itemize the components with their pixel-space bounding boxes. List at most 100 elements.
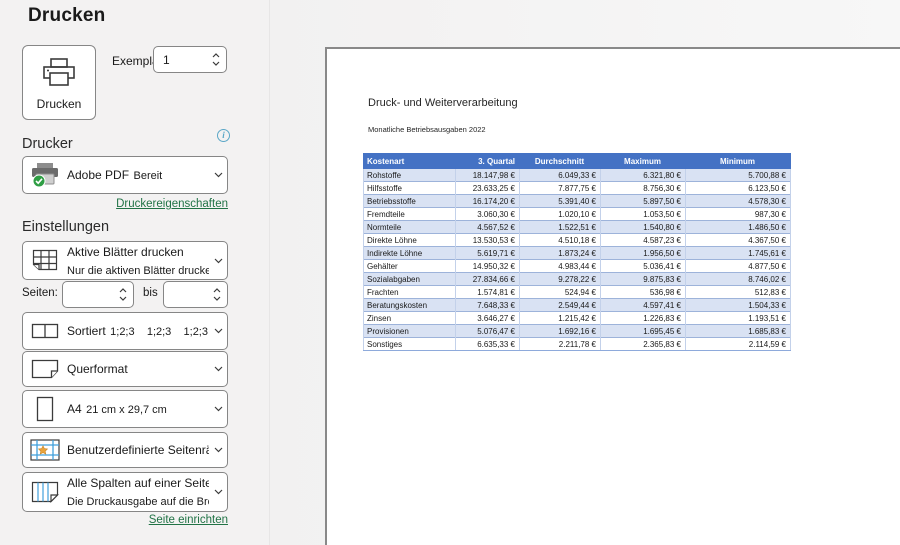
value-cell: 8.746,02 € bbox=[686, 273, 791, 286]
spinner-down-icon[interactable] bbox=[212, 61, 220, 66]
value-cell: 5.391,40 € bbox=[520, 195, 601, 208]
pages-to-stepper[interactable] bbox=[163, 281, 228, 308]
copies-value: 1 bbox=[163, 53, 170, 67]
settings-section-label: Einstellungen bbox=[22, 219, 109, 235]
value-cell: 1.685,83 € bbox=[686, 325, 791, 338]
value-cell: 1.540,80 € bbox=[601, 221, 686, 234]
margins-icon bbox=[23, 439, 67, 461]
chevron-down-icon bbox=[209, 328, 227, 334]
column-header: Minimum bbox=[686, 154, 791, 169]
value-cell: 1.522,51 € bbox=[520, 221, 601, 234]
printer-device-icon bbox=[23, 162, 67, 188]
cost-type-cell: Direkte Löhne bbox=[364, 234, 456, 247]
margins-label: Benutzerdefinierte Seitenrän... bbox=[67, 443, 209, 457]
chevron-down-icon bbox=[209, 447, 227, 453]
chevron-down-icon bbox=[209, 366, 227, 372]
cost-type-cell: Gehälter bbox=[364, 260, 456, 273]
printer-dropdown[interactable]: Adobe PDF Bereit bbox=[22, 156, 228, 194]
spinner-down-icon[interactable] bbox=[213, 296, 221, 301]
value-cell: 8.756,30 € bbox=[601, 182, 686, 195]
document-title: Druck- und Weiterverarbeitung bbox=[368, 97, 518, 109]
value-cell: 1.504,33 € bbox=[686, 299, 791, 312]
value-cell: 512,83 € bbox=[686, 286, 791, 299]
spinner-up-icon[interactable] bbox=[119, 288, 127, 293]
cost-type-cell: Sozialabgaben bbox=[364, 273, 456, 286]
table-row: Frachten1.574,81 €524,94 €536,98 €512,83… bbox=[364, 286, 791, 299]
collate-icon bbox=[23, 323, 67, 339]
value-cell: 1.215,42 € bbox=[520, 312, 601, 325]
cost-type-cell: Betriebsstoffe bbox=[364, 195, 456, 208]
table-row: Direkte Löhne13.530,53 €4.510,18 €4.587,… bbox=[364, 234, 791, 247]
value-cell: 1.692,16 € bbox=[520, 325, 601, 338]
value-cell: 4.597,41 € bbox=[601, 299, 686, 312]
printer-status: Bereit bbox=[134, 170, 163, 182]
spinner-up-icon[interactable] bbox=[213, 288, 221, 293]
table-row: Gehälter14.950,32 €4.983,44 €5.036,41 €4… bbox=[364, 260, 791, 273]
value-cell: 5.897,50 € bbox=[601, 195, 686, 208]
cost-type-cell: Provisionen bbox=[364, 325, 456, 338]
value-cell: 1.745,61 € bbox=[686, 247, 791, 260]
spinner-down-icon[interactable] bbox=[119, 296, 127, 301]
print-backstage: Drucken Drucken Exemplare: 1 Druck bbox=[0, 0, 900, 545]
cost-type-cell: Normteile bbox=[364, 221, 456, 234]
column-header: 3. Quartal bbox=[456, 154, 520, 169]
printer-name: Adobe PDF bbox=[67, 168, 129, 182]
printer-properties-link[interactable]: Druckereigenschaften bbox=[22, 198, 228, 210]
info-icon[interactable]: i bbox=[217, 129, 230, 142]
print-settings-panel: Drucken Drucken Exemplare: 1 Druck bbox=[0, 0, 270, 545]
print-button[interactable]: Drucken bbox=[22, 45, 96, 120]
value-cell: 4.567,52 € bbox=[456, 221, 520, 234]
table-row: Rohstoffe18.147,98 €6.049,33 €6.321,80 €… bbox=[364, 169, 791, 182]
table-row: Sonstiges6.635,33 €2.211,78 €2.365,83 €2… bbox=[364, 338, 791, 351]
column-header: Kostenart bbox=[364, 154, 456, 169]
value-cell: 1.053,50 € bbox=[601, 208, 686, 221]
value-cell: 13.530,53 € bbox=[456, 234, 520, 247]
value-cell: 2.211,78 € bbox=[520, 338, 601, 351]
portrait-page-icon bbox=[23, 396, 67, 422]
value-cell: 7.877,75 € bbox=[520, 182, 601, 195]
table-row: Hilfsstoffe23.633,25 €7.877,75 €8.756,30… bbox=[364, 182, 791, 195]
value-cell: 1.193,51 € bbox=[686, 312, 791, 325]
value-cell: 1.226,83 € bbox=[601, 312, 686, 325]
table-row: Normteile4.567,52 €1.522,51 €1.540,80 €1… bbox=[364, 221, 791, 234]
print-what-dropdown[interactable]: Aktive Blätter drucken Nur die aktiven B… bbox=[22, 241, 228, 280]
table-row: Provisionen5.076,47 €1.692,16 €1.695,45 … bbox=[364, 325, 791, 338]
value-cell: 6.321,80 € bbox=[601, 169, 686, 182]
pages-label: Seiten: bbox=[22, 287, 58, 299]
page-setup-link[interactable]: Seite einrichten bbox=[22, 514, 228, 526]
table-row: Beratungskosten7.648,33 €2.549,44 €4.597… bbox=[364, 299, 791, 312]
sheet-grid-icon bbox=[23, 249, 67, 273]
printer-section-label: Drucker bbox=[22, 136, 73, 152]
value-cell: 2.365,83 € bbox=[601, 338, 686, 351]
expenses-table: Kostenart3. QuartalDurchschnittMaximumMi… bbox=[363, 153, 791, 351]
value-cell: 3.060,30 € bbox=[456, 208, 520, 221]
cost-type-cell: Frachten bbox=[364, 286, 456, 299]
pages-from-stepper[interactable] bbox=[62, 281, 134, 308]
table-row: Fremdteile3.060,30 €1.020,10 €1.053,50 €… bbox=[364, 208, 791, 221]
value-cell: 5.619,71 € bbox=[456, 247, 520, 260]
value-cell: 5.700,88 € bbox=[686, 169, 791, 182]
value-cell: 27.834,66 € bbox=[456, 273, 520, 286]
margins-dropdown[interactable]: Benutzerdefinierte Seitenrän... bbox=[22, 432, 228, 468]
preview-table-body: Rohstoffe18.147,98 €6.049,33 €6.321,80 €… bbox=[364, 169, 791, 351]
copies-stepper[interactable]: 1 bbox=[153, 46, 227, 73]
value-cell: 6.635,33 € bbox=[456, 338, 520, 351]
landscape-page-icon bbox=[23, 359, 67, 379]
scaling-dropdown[interactable]: Alle Spalten auf einer Seite d... Die Dr… bbox=[22, 472, 228, 512]
value-cell: 1.695,45 € bbox=[601, 325, 686, 338]
value-cell: 536,98 € bbox=[601, 286, 686, 299]
value-cell: 6.049,33 € bbox=[520, 169, 601, 182]
preview-page: Druck- und Weiterverarbeitung Monatliche… bbox=[325, 47, 900, 545]
paper-size-dropdown[interactable]: A4 21 cm x 29,7 cm bbox=[22, 390, 228, 428]
print-what-sublabel: Nur die aktiven Blätter drucken bbox=[67, 265, 209, 277]
orientation-dropdown[interactable]: Querformat bbox=[22, 351, 228, 387]
value-cell: 1.574,81 € bbox=[456, 286, 520, 299]
value-cell: 4.367,50 € bbox=[686, 234, 791, 247]
table-row: Betriebsstoffe16.174,20 €5.391,40 €5.897… bbox=[364, 195, 791, 208]
value-cell: 4.983,44 € bbox=[520, 260, 601, 273]
scaling-label: Alle Spalten auf einer Seite d... bbox=[67, 476, 209, 490]
value-cell: 23.633,25 € bbox=[456, 182, 520, 195]
spinner-up-icon[interactable] bbox=[212, 53, 220, 58]
cost-type-cell: Sonstiges bbox=[364, 338, 456, 351]
collation-dropdown[interactable]: Sortiert 1;2;3 1;2;3 1;2;3 bbox=[22, 312, 228, 350]
